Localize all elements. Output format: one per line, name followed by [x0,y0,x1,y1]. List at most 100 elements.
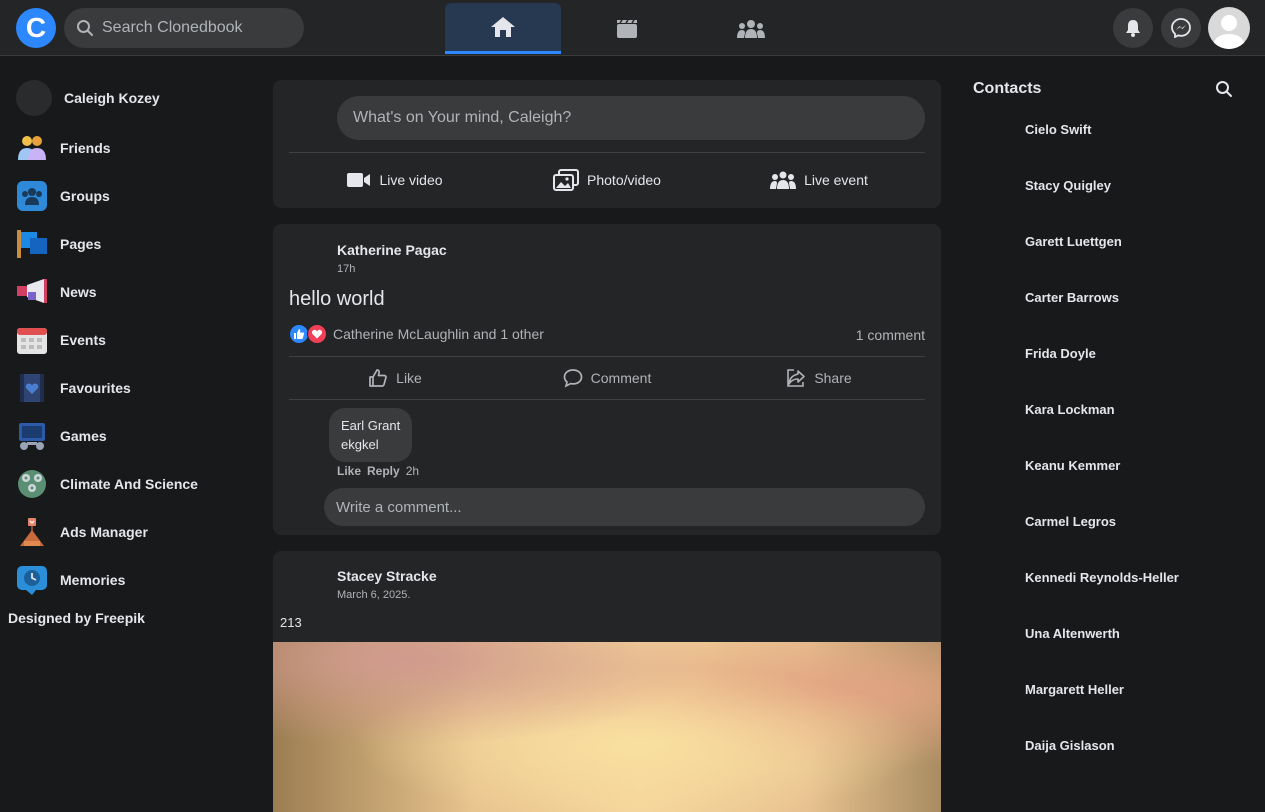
sidebar-item-ads-manager[interactable]: Ads Manager [0,508,250,556]
nav-tab-home[interactable] [445,3,561,54]
post-author[interactable]: Stacey Stracke [337,568,437,584]
video-icon [617,19,637,38]
contacts-search-button[interactable] [1215,80,1233,103]
calendar-icon [16,324,48,356]
profile-avatar[interactable] [1208,7,1250,49]
post-time[interactable]: March 6, 2025. [337,589,410,601]
sidebar-item-news[interactable]: News [0,268,250,316]
like-button[interactable]: Like [289,358,501,398]
reactions-text: Catherine McLaughlin and 1 other [333,326,544,342]
share-label: Share [814,370,852,386]
thumbs-up-icon [369,369,387,387]
sidebar-item-label: Games [60,428,107,444]
post-card: Stacey Stracke March 6, 2025. 213 [273,551,941,812]
love-reaction-icon [307,324,327,344]
photo-video-button[interactable]: Photo/video [501,160,713,200]
designer-credit: Designed by Freepik [8,610,145,626]
comment-author[interactable]: Earl Grant [341,416,400,435]
contact-item[interactable]: Carmel Legros [1025,514,1179,570]
live-event-label: Live event [804,172,868,188]
composer-actions: Live video Photo/video Live event [289,160,925,200]
live-video-button[interactable]: Live video [289,160,501,200]
post-time[interactable]: 17h [337,263,355,275]
contact-item[interactable]: Kennedi Reynolds-Heller [1025,570,1179,626]
reactions-summary[interactable]: Catherine McLaughlin and 1 other [289,324,544,344]
post-composer: What's on Your mind, Caleigh? Live video… [273,80,941,208]
photos-icon [553,169,580,191]
sidebar-item-climate[interactable]: Climate And Science [0,460,250,508]
sidebar-item-label: Climate And Science [60,476,198,492]
contacts-title: Contacts [973,80,1042,97]
contact-item[interactable]: Kara Lockman [1025,402,1179,458]
nav-tab-groups[interactable] [693,3,809,54]
gamepad-icon [16,420,48,452]
post-text: hello world [289,288,385,310]
notifications-button[interactable] [1113,8,1153,48]
contact-item[interactable]: Stacy Quigley [1025,178,1179,234]
sidebar-item-label: Ads Manager [60,524,148,540]
sidebar-item-friends[interactable]: Friends [0,124,250,172]
chart-icon [16,516,48,548]
video-camera-icon [347,173,371,187]
comment-button[interactable]: Comment [501,358,713,398]
search-icon [1216,81,1232,97]
whats-on-your-mind-input[interactable]: What's on Your mind, Caleigh? [337,96,925,140]
sidebar-item-groups[interactable]: Groups [0,172,250,220]
live-event-button[interactable]: Live event [713,160,925,200]
sidebar-profile[interactable]: Caleigh Kozey [0,72,250,124]
comment-bubble: Earl Grant ekgkel [329,408,413,462]
contact-item[interactable]: Cielo Swift [1025,122,1179,178]
contact-item[interactable]: Margarett Heller [1025,682,1179,738]
like-reaction-icon [289,324,309,344]
sidebar-item-label: Groups [60,188,110,204]
sidebar-item-memories[interactable]: Memories [0,556,250,604]
home-icon [491,17,515,37]
megaphone-icon [16,276,48,308]
sidebar-item-events[interactable]: Events [0,316,250,364]
like-label: Like [396,370,422,386]
comment-like-link[interactable]: Like [337,464,361,478]
post-actions: Like Comment Share [289,358,925,398]
messenger-button[interactable] [1161,8,1201,48]
user-silhouette-icon [1213,15,1245,49]
share-button[interactable]: Share [713,358,925,398]
photo-video-label: Photo/video [587,172,661,188]
nav-tab-video[interactable] [569,3,685,54]
live-video-label: Live video [379,172,443,188]
sidebar-item-games[interactable]: Games [0,412,250,460]
sidebar-item-label: Events [60,332,106,348]
comment-reply-link[interactable]: Reply [367,464,400,478]
contact-item[interactable]: Una Altenwerth [1025,626,1179,682]
contact-item[interactable]: Garett Luettgen [1025,234,1179,290]
comment-text: ekgkel [341,437,379,452]
write-comment-input[interactable]: Write a comment... [324,488,925,526]
search-box[interactable] [64,8,304,48]
flag-icon [16,228,48,260]
contacts-list: Cielo Swift Stacy Quigley Garett Luettge… [1025,122,1179,794]
contact-item[interactable]: Daija Gislason [1025,738,1179,794]
search-input[interactable] [102,19,282,37]
comment-label: Comment [590,370,652,386]
share-icon [787,369,806,387]
sidebar-item-pages[interactable]: Pages [0,220,250,268]
post-author[interactable]: Katherine Pagac [337,242,447,258]
globe-icon [16,468,48,500]
post-photo[interactable] [273,642,941,812]
contact-item[interactable]: Keanu Kemmer [1025,458,1179,514]
top-bar: C [0,0,1265,56]
bell-icon [1126,20,1140,37]
friends-icon [16,132,48,164]
post-text: 213 [280,615,302,630]
divider [289,152,925,153]
contact-item[interactable]: Frida Doyle [1025,346,1179,402]
app-logo[interactable]: C [16,8,56,48]
contact-item[interactable]: Carter Barrows [1025,290,1179,346]
sidebar-item-label: News [60,284,97,300]
comment-count[interactable]: 1 comment [856,327,925,343]
heart-film-icon [16,372,48,404]
search-icon [77,20,93,36]
clock-icon [16,564,48,596]
comment-icon [563,369,583,388]
groups-icon [737,19,765,38]
sidebar-item-favourites[interactable]: Favourites [0,364,250,412]
